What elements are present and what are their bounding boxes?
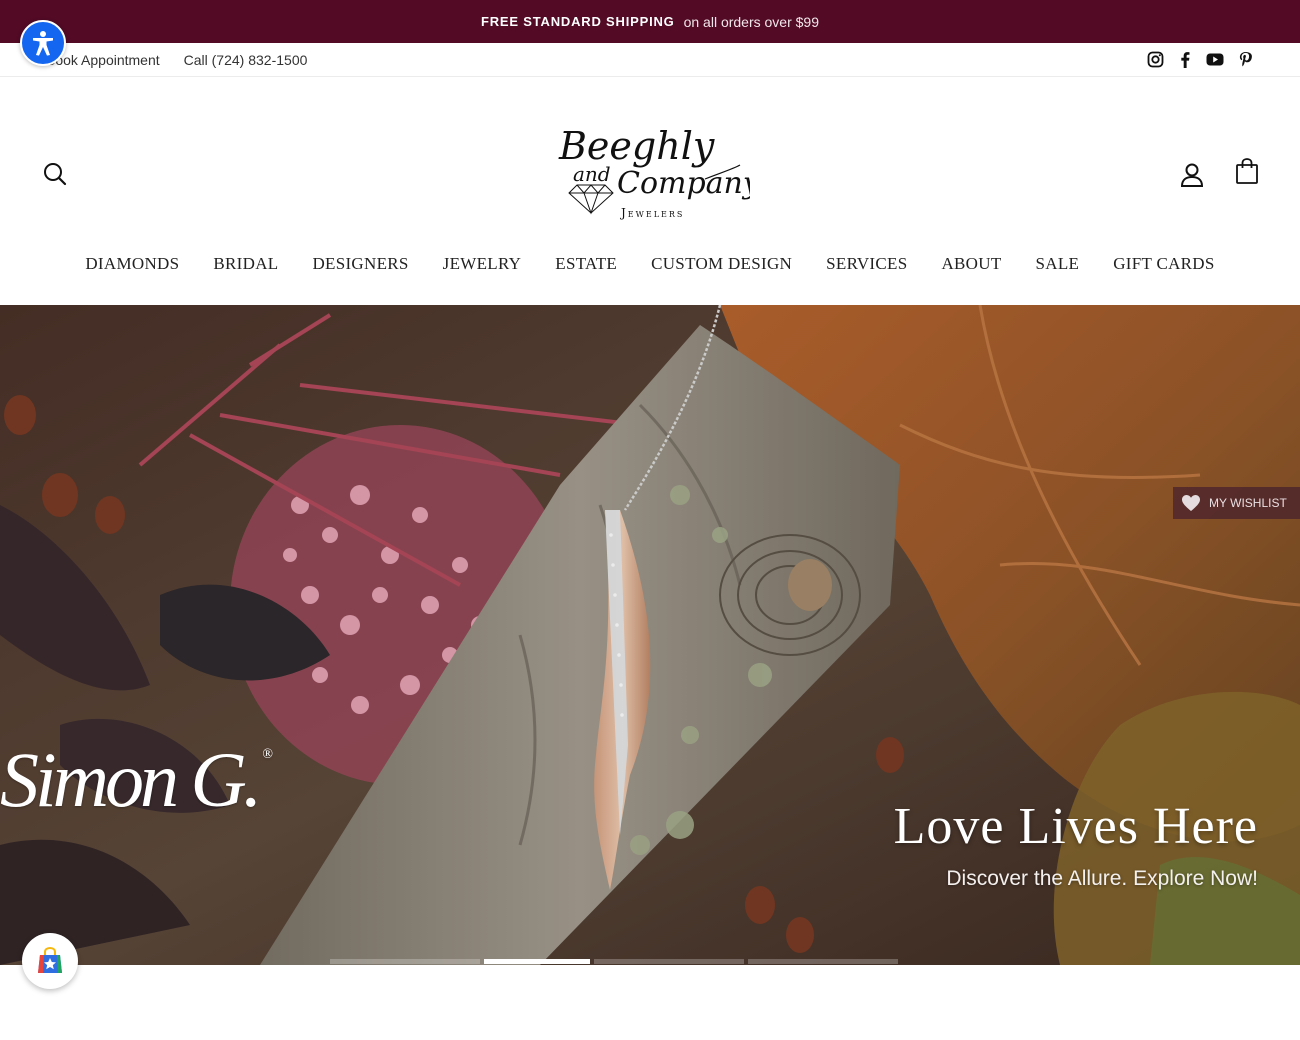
main-nav: DIAMONDS BRIDAL DESIGNERS JEWELRY ESTATE…: [0, 254, 1300, 274]
utility-bar: Book Appointment Call (724) 832-1500: [0, 43, 1300, 77]
nav-item-bridal[interactable]: BRIDAL: [213, 254, 278, 274]
svg-text:Company: Company: [617, 166, 750, 201]
nav-item-services[interactable]: SERVICES: [826, 254, 907, 274]
accessibility-icon: [33, 31, 53, 56]
announcement-bar: FREE STANDARD SHIPPING on all orders ove…: [0, 0, 1300, 43]
slide-indicator[interactable]: [748, 959, 898, 964]
hero-title: Love Lives Here: [893, 798, 1258, 855]
nav-item-designers[interactable]: DESIGNERS: [312, 254, 408, 274]
youtube-icon[interactable]: [1206, 50, 1224, 68]
hero-image: [0, 305, 1300, 965]
accessibility-button[interactable]: [20, 20, 66, 66]
nav-item-sale[interactable]: SALE: [1036, 254, 1080, 274]
simon-g-logo: Simon G. ®: [0, 736, 273, 823]
announcement-strong: FREE STANDARD SHIPPING: [480, 14, 675, 29]
nav-item-diamonds[interactable]: DIAMONDS: [85, 254, 179, 274]
slider-pagination: [330, 959, 898, 964]
nav-item-gift-cards[interactable]: GIFT CARDS: [1113, 254, 1214, 274]
reviews-badge-button[interactable]: [22, 933, 78, 989]
cart-button[interactable]: [1235, 157, 1259, 185]
site-logo[interactable]: Beeghly and Company Jewelers: [555, 121, 761, 221]
announcement-light: on all orders over $99: [683, 13, 820, 30]
slide-indicator[interactable]: [594, 959, 744, 964]
hero-slider[interactable]: Simon G. ® MY WISHLIST Love Lives Here Di…: [0, 305, 1300, 965]
nav-item-about[interactable]: ABOUT: [941, 254, 1001, 274]
account-button[interactable]: [1180, 162, 1204, 188]
svg-text:and: and: [573, 162, 611, 186]
instagram-icon[interactable]: [1146, 50, 1164, 68]
search-button[interactable]: [42, 161, 68, 187]
svg-text:Jewelers: Jewelers: [619, 206, 684, 220]
heart-icon: [1182, 495, 1200, 511]
social-links: [1146, 50, 1254, 68]
search-icon: [44, 163, 67, 186]
account-icon: [1180, 163, 1204, 187]
book-appointment-link[interactable]: Book Appointment: [46, 52, 160, 68]
facebook-icon[interactable]: [1176, 50, 1194, 68]
slide-indicator[interactable]: [330, 959, 480, 964]
shopping-bag-icon: [1236, 158, 1258, 184]
hero-subtitle[interactable]: Discover the Allure. Explore Now!: [946, 867, 1258, 891]
nav-item-custom-design[interactable]: CUSTOM DESIGN: [651, 254, 792, 274]
nav-item-estate[interactable]: ESTATE: [555, 254, 617, 274]
slide-indicator-active[interactable]: [484, 959, 590, 964]
nav-item-jewelry[interactable]: JEWELRY: [443, 254, 522, 274]
wishlist-tab[interactable]: MY WISHLIST: [1173, 487, 1300, 519]
site-header: Beeghly and Company Jewelers DIAMONDS BR…: [0, 77, 1300, 305]
phone-link[interactable]: Call (724) 832-1500: [184, 52, 308, 68]
shopping-bag-star-icon: [38, 946, 62, 973]
logo-mark: Beeghly and Company Jewelers: [558, 124, 761, 220]
diamond-icon: [568, 184, 614, 215]
wishlist-label: MY WISHLIST: [1209, 496, 1287, 510]
pinterest-icon[interactable]: [1236, 50, 1254, 68]
